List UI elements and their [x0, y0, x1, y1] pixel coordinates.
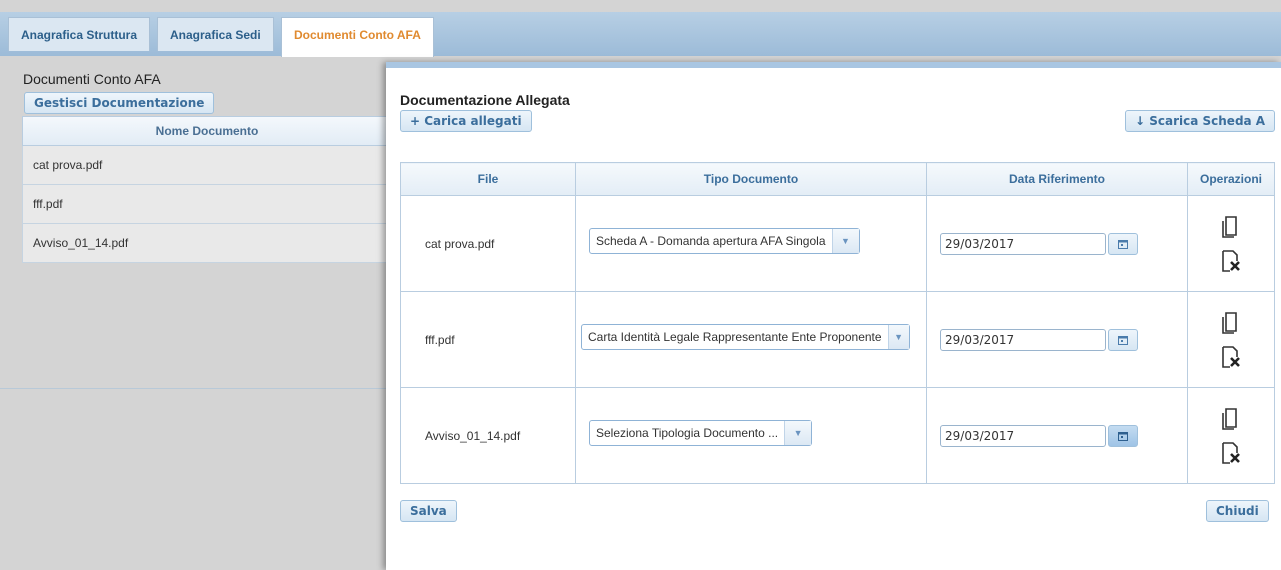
tipo-documento-select[interactable]: Scheda A - Domanda apertura AFA Singola … — [589, 227, 860, 254]
column-header-nome-documento: Nome Documento — [22, 116, 392, 146]
column-header-data-riferimento: Data Riferimento — [926, 162, 1188, 196]
data-riferimento-input[interactable] — [940, 424, 1106, 447]
data-riferimento-input[interactable] — [940, 232, 1106, 255]
select-value: Seleziona Tipologia Documento ... — [596, 425, 779, 440]
documentazione-dialog: Documentazione Allegata + Carica allegat… — [386, 62, 1281, 570]
delete-document-icon[interactable] — [1220, 441, 1242, 465]
copy-document-icon[interactable] — [1220, 311, 1242, 335]
chiudi-button[interactable]: Chiudi — [1206, 500, 1269, 522]
copy-document-icon[interactable] — [1220, 407, 1242, 431]
column-header-operazioni: Operazioni — [1187, 162, 1275, 196]
scarica-scheda-a-button[interactable]: ↓ Scarica Scheda A — [1125, 110, 1276, 132]
select-value: Carta Identità Legale Rappresentante Ent… — [588, 329, 882, 344]
chevron-down-icon[interactable]: ▼ — [887, 324, 909, 349]
table-row: cat prova.pdf Scheda A - Domanda apertur… — [400, 195, 1275, 292]
calendar-icon[interactable] — [1108, 328, 1138, 351]
tab-anagrafica-struttura[interactable]: Anagrafica Struttura — [8, 17, 151, 51]
tab-bar: Anagrafica Struttura Anagrafica Sedi Doc… — [0, 12, 1281, 57]
table-row: Avviso_01_14.pdf Seleziona Tipologia Doc… — [400, 387, 1275, 484]
background-title: Documenti Conto AFA — [23, 71, 161, 87]
tipo-documento-select[interactable]: Seleziona Tipologia Documento ... ▼ — [589, 419, 813, 446]
table-row[interactable]: fff.pdf — [22, 185, 392, 224]
gestisci-documentazione-button[interactable]: Gestisci Documentazione — [24, 92, 215, 114]
calendar-icon[interactable] — [1108, 424, 1138, 447]
tab-documenti-conto-afa[interactable]: Documenti Conto AFA — [281, 17, 434, 57]
tipo-documento-select[interactable]: Carta Identità Legale Rappresentante Ent… — [581, 323, 910, 350]
file-name: fff.pdf — [400, 291, 576, 388]
delete-document-icon[interactable] — [1220, 249, 1242, 273]
select-value: Scheda A - Domanda apertura AFA Singola — [596, 233, 826, 248]
chevron-down-icon[interactable]: ▼ — [831, 228, 859, 253]
calendar-icon[interactable] — [1108, 232, 1138, 255]
tab-anagrafica-sedi[interactable]: Anagrafica Sedi — [157, 17, 274, 51]
chevron-down-icon[interactable]: ▼ — [784, 420, 812, 445]
divider — [0, 388, 390, 389]
carica-allegati-button[interactable]: + Carica allegati — [400, 110, 532, 132]
data-riferimento-input[interactable] — [940, 328, 1106, 351]
attachments-table: File Tipo Documento Data Riferimento Ope… — [400, 162, 1275, 484]
copy-document-icon[interactable] — [1220, 215, 1242, 239]
documents-table: Nome Documento cat prova.pdf fff.pdf Avv… — [22, 116, 392, 263]
table-row[interactable]: Avviso_01_14.pdf — [22, 224, 392, 263]
column-header-tipo-documento: Tipo Documento — [575, 162, 927, 196]
file-name: Avviso_01_14.pdf — [400, 387, 576, 484]
salva-button[interactable]: Salva — [400, 500, 457, 522]
file-name: cat prova.pdf — [400, 195, 576, 292]
dialog-title: Documentazione Allegata — [400, 92, 570, 108]
delete-document-icon[interactable] — [1220, 345, 1242, 369]
column-header-file: File — [400, 162, 576, 196]
table-row: fff.pdf Carta Identità Legale Rappresent… — [400, 291, 1275, 388]
table-row[interactable]: cat prova.pdf — [22, 146, 392, 185]
